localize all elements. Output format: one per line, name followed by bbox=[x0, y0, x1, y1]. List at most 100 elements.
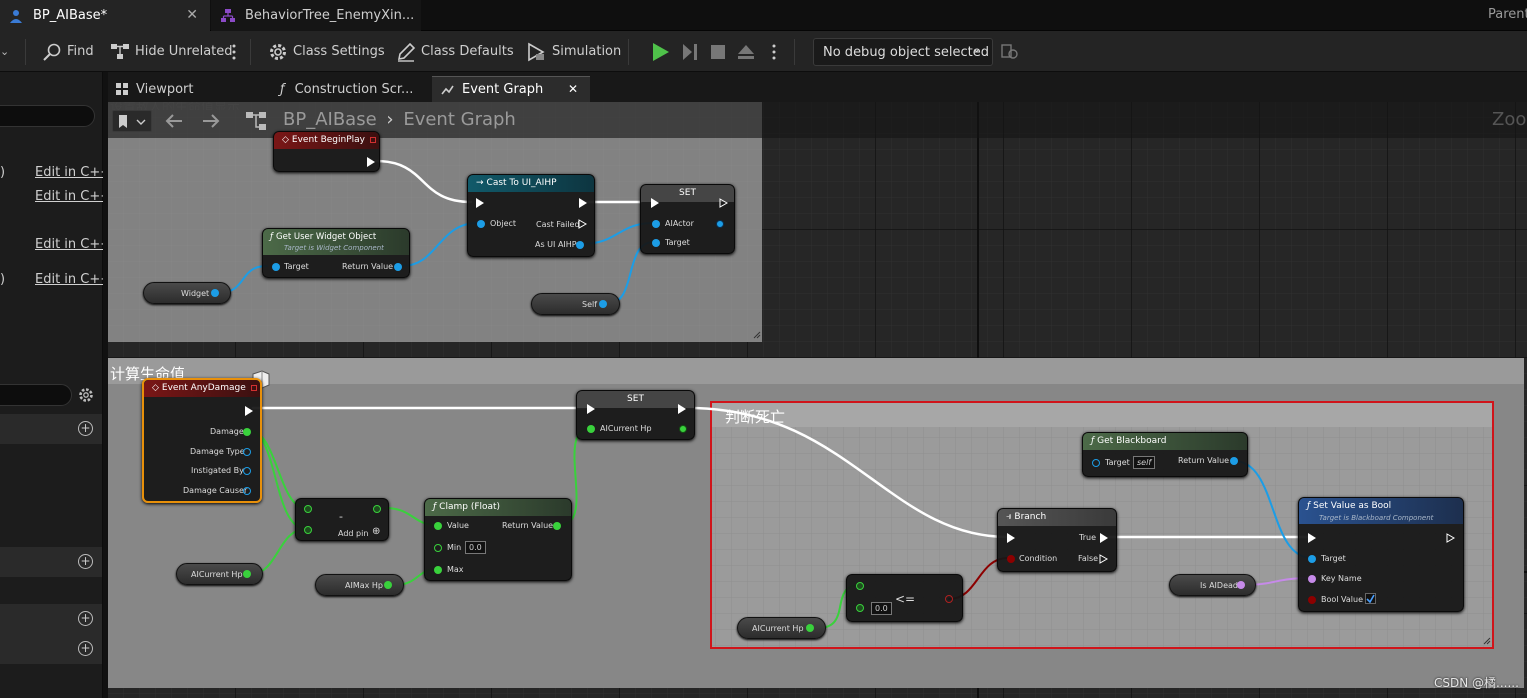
clamp-float-node[interactable]: ƒ Clamp (Float) Value Return Value Min 0.… bbox=[424, 498, 572, 581]
category-row[interactable]: + bbox=[0, 604, 102, 634]
object-pin[interactable] bbox=[211, 289, 219, 297]
simulation-button[interactable]: Simulation bbox=[527, 31, 621, 72]
aimaxhp-variable-node[interactable]: AIMax Hp bbox=[315, 574, 404, 596]
exec-out-pin[interactable] bbox=[579, 198, 587, 208]
name-pin[interactable] bbox=[1237, 581, 1245, 589]
close-icon[interactable]: ✕ bbox=[568, 82, 578, 96]
class-settings-button[interactable]: Class Settings bbox=[268, 31, 385, 72]
object-pin[interactable] bbox=[599, 300, 607, 308]
aicurrenthp-variable-node[interactable]: AICurrent Hp bbox=[737, 617, 826, 639]
exec-in-pin[interactable] bbox=[476, 198, 484, 208]
hide-unrelated-button[interactable]: Hide Unrelated bbox=[110, 31, 233, 72]
tab-viewport[interactable]: Viewport bbox=[108, 76, 268, 102]
object-pin[interactable] bbox=[477, 220, 485, 228]
float-pin[interactable] bbox=[243, 570, 251, 578]
set-value-as-bool-node[interactable]: ƒ Set Value as Bool Target is Blackboard … bbox=[1298, 497, 1464, 612]
tab-bp-aibase[interactable]: BP_AIBase* ✕ bbox=[0, 0, 210, 31]
add-icon[interactable]: + bbox=[78, 421, 93, 436]
exec-out-pin[interactable] bbox=[678, 404, 686, 414]
target-pin[interactable] bbox=[1092, 459, 1100, 467]
exec-in-pin[interactable] bbox=[1308, 533, 1316, 543]
more-play-options-icon[interactable] bbox=[772, 43, 776, 61]
add-icon[interactable]: ⊕ bbox=[372, 526, 380, 537]
class-defaults-button[interactable]: Class Defaults bbox=[396, 31, 514, 72]
more-options-icon[interactable] bbox=[232, 43, 236, 61]
get-blackboard-node[interactable]: ƒ Get Blackboard Target self Return Value bbox=[1082, 432, 1248, 477]
debug-object-dropdown[interactable]: No debug object selected ⌄ bbox=[813, 38, 993, 66]
less-equal-node[interactable]: 0.0 <= bbox=[846, 574, 963, 622]
edit-in-cpp-link[interactable]: Edit in C++ bbox=[35, 165, 111, 180]
cast-to-node[interactable]: → Cast To UI_AIHP Object Cast Failed As U… bbox=[467, 174, 595, 257]
add-icon[interactable]: + bbox=[78, 641, 93, 656]
category-row[interactable]: + bbox=[0, 414, 102, 444]
tab-construction-script[interactable]: ƒ Construction Scr... bbox=[270, 76, 430, 102]
float-pin[interactable] bbox=[434, 544, 442, 552]
category-row[interactable]: + bbox=[0, 634, 102, 664]
bool-pin[interactable] bbox=[1308, 596, 1316, 604]
set-aiactor-node[interactable]: SET AIActor Target bbox=[640, 184, 735, 254]
gear-icon[interactable] bbox=[78, 387, 94, 403]
object-pin[interactable] bbox=[1230, 457, 1238, 465]
bool-pin[interactable] bbox=[1007, 555, 1015, 563]
object-pin[interactable] bbox=[716, 220, 724, 228]
float-pin[interactable] bbox=[304, 526, 312, 534]
compare-value-input[interactable]: 0.0 bbox=[871, 602, 892, 615]
float-pin[interactable] bbox=[856, 604, 864, 612]
subtract-node[interactable]: - Add pin ⊕ bbox=[295, 498, 389, 541]
search-input[interactable] bbox=[0, 105, 95, 127]
bool-value-checkbox[interactable] bbox=[1365, 593, 1376, 604]
step-icon[interactable] bbox=[681, 43, 699, 61]
edit-in-cpp-link[interactable]: Edit in C++ bbox=[35, 237, 111, 252]
float-pin[interactable] bbox=[243, 428, 251, 436]
category-row[interactable]: + bbox=[0, 547, 102, 577]
float-pin[interactable] bbox=[679, 425, 687, 433]
object-pin[interactable] bbox=[652, 220, 660, 228]
aicurrenthp-variable-node[interactable]: AICurrent Hp bbox=[176, 563, 263, 585]
tab-event-graph[interactable]: Event Graph ✕ bbox=[432, 76, 590, 102]
delegate-pin[interactable] bbox=[251, 385, 257, 391]
get-user-widget-node[interactable]: ƒ Get User Widget Object Target is Widget… bbox=[262, 228, 410, 278]
close-icon[interactable]: ✕ bbox=[186, 7, 198, 23]
exec-out-pin[interactable] bbox=[1446, 533, 1455, 543]
float-pin[interactable] bbox=[434, 566, 442, 574]
target-pin[interactable] bbox=[652, 239, 660, 247]
float-pin[interactable] bbox=[806, 624, 814, 632]
event-anydamage-node[interactable]: ◇ Event AnyDamage Damage Damage Type Inst… bbox=[142, 378, 262, 503]
event-beginplay-node[interactable]: ◇ Event BeginPlay bbox=[273, 131, 380, 172]
exec-in-pin[interactable] bbox=[1007, 533, 1015, 543]
branch-node[interactable]: ⫣ Branch True Condition False bbox=[997, 508, 1117, 572]
min-value-input[interactable]: 0.0 bbox=[465, 541, 486, 554]
target-pin[interactable] bbox=[1308, 555, 1316, 563]
object-pin[interactable] bbox=[243, 448, 251, 456]
event-graph-canvas[interactable]: 设置敌人的生命值显示 BP_AIBase › Event Graph Zoom … bbox=[108, 102, 1527, 698]
float-pin[interactable] bbox=[434, 522, 442, 530]
exec-out-pin[interactable] bbox=[719, 198, 728, 208]
widget-variable-node[interactable]: Widget bbox=[143, 282, 231, 304]
self-node[interactable]: Self bbox=[531, 293, 620, 315]
exec-out-pin[interactable] bbox=[1099, 554, 1108, 564]
exec-in-pin[interactable] bbox=[587, 404, 595, 414]
float-pin[interactable] bbox=[373, 505, 381, 513]
exec-out-pin[interactable] bbox=[1100, 533, 1108, 543]
exec-out-pin[interactable] bbox=[578, 219, 587, 229]
find-button[interactable]: Find bbox=[42, 31, 94, 72]
bool-pin[interactable] bbox=[945, 595, 953, 603]
object-pin[interactable] bbox=[576, 241, 584, 249]
float-pin[interactable] bbox=[553, 522, 561, 530]
name-pin[interactable] bbox=[1308, 575, 1316, 583]
tab-behavior-tree[interactable]: BehaviorTree_EnemyXin... bbox=[211, 0, 421, 31]
exec-out-pin[interactable] bbox=[367, 157, 375, 167]
add-icon[interactable]: + bbox=[78, 554, 93, 569]
object-pin[interactable] bbox=[243, 487, 251, 495]
set-aicurrenthp-node[interactable]: SET AICurrent Hp bbox=[576, 390, 695, 440]
target-self-input[interactable]: self bbox=[1133, 456, 1156, 469]
exec-in-pin[interactable] bbox=[651, 198, 659, 208]
debug-filter-icon[interactable] bbox=[1001, 43, 1019, 61]
stop-icon[interactable] bbox=[710, 44, 726, 60]
add-icon[interactable]: + bbox=[78, 611, 93, 626]
delegate-pin[interactable] bbox=[370, 137, 376, 143]
object-pin[interactable] bbox=[394, 263, 402, 271]
add-pin-label[interactable]: Add pin bbox=[338, 529, 368, 538]
float-pin[interactable] bbox=[304, 505, 312, 513]
target-pin[interactable] bbox=[272, 263, 280, 271]
